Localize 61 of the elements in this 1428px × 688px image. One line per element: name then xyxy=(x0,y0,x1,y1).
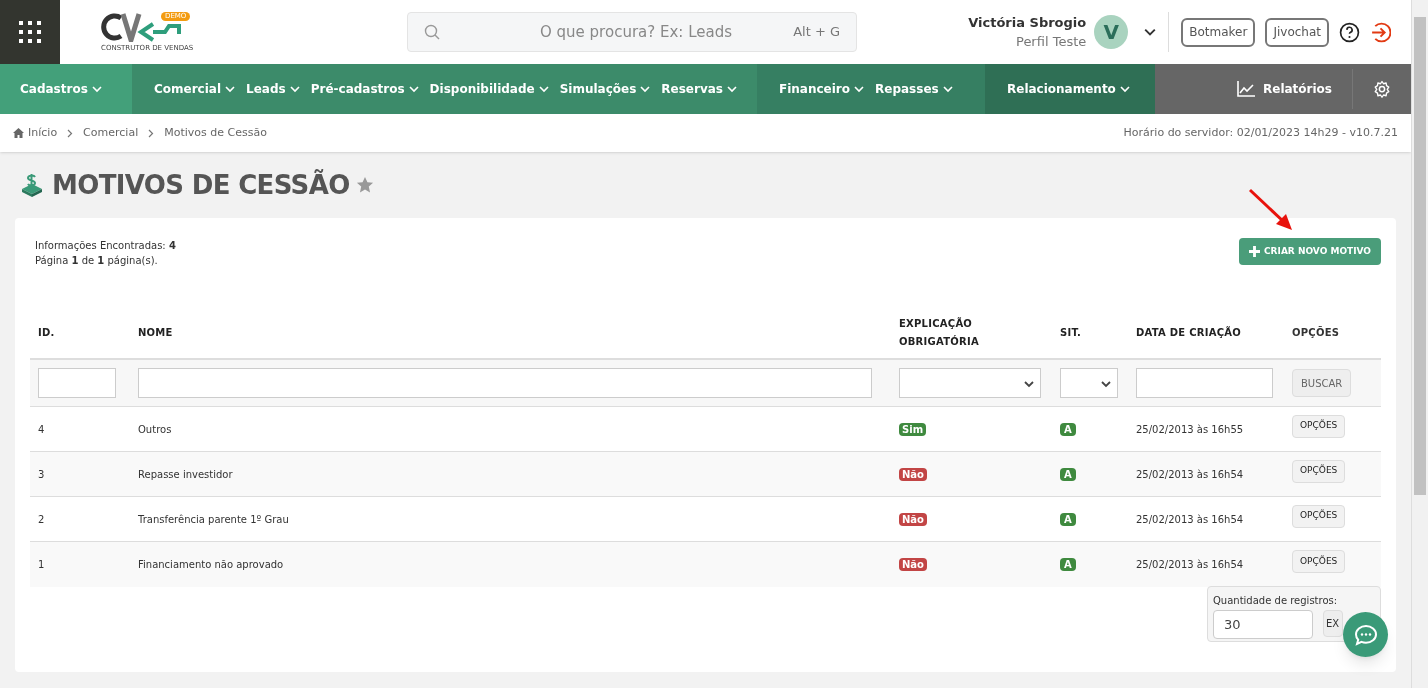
records-label: Quantidade de registros: xyxy=(1213,594,1339,608)
nav-menu-item[interactable]: Leads xyxy=(246,80,300,98)
column-header: DATA DE CRIAÇÃO xyxy=(1135,325,1242,340)
table-cell: Financiamento não aprovado xyxy=(138,559,284,570)
nav-menu-item[interactable]: Repasses xyxy=(875,80,953,98)
column-header: OPÇÕES xyxy=(1291,325,1341,340)
column-header: EXPLICAÇÃO OBRIGATÓRIA xyxy=(898,316,980,349)
column-header: ID. xyxy=(37,326,56,340)
options-button[interactable]: OPÇÕES xyxy=(1292,504,1346,528)
header-button[interactable]: Jivochat xyxy=(1265,17,1329,47)
search-field[interactable]: O que procura? Ex: Leads Alt + G xyxy=(407,12,857,52)
status-badge: Não xyxy=(899,558,927,571)
table-cell: Transferência parente 1º Grau xyxy=(138,513,289,525)
column-header: NOME xyxy=(137,326,174,340)
options-button[interactable]: OPÇÕES xyxy=(1292,550,1346,573)
table-cell: Repasse investidor xyxy=(138,468,233,480)
server-time: Horário do servidor: 02/01/2023 14h29 - v10.7.21 xyxy=(1123,124,1398,141)
table-cell: 25/02/2013 às 16h54 xyxy=(1136,513,1244,525)
nav-menu-item[interactable]: Cadastros xyxy=(20,80,102,98)
nav-menu-item[interactable]: Pré-cadastros xyxy=(310,80,419,98)
nav-menu-item[interactable]: Relacionamento xyxy=(1007,80,1130,98)
table-cell: 25/02/2013 às 16h54 xyxy=(1136,559,1244,570)
page-title: MOTIVOS DE CESSÃO xyxy=(52,168,350,202)
options-button[interactable]: OPÇÕES xyxy=(1292,459,1346,483)
user-profile: Perfil Teste xyxy=(1015,33,1087,51)
breadcrumb-link[interactable]: Motivos de Cessão xyxy=(164,124,267,142)
user-avatar[interactable]: V xyxy=(1094,15,1129,49)
nav-menu-item[interactable]: Simulações xyxy=(559,80,651,98)
status-badge: Sim xyxy=(899,422,927,436)
nav-menu-item[interactable]: Disponibilidade xyxy=(429,80,549,98)
table-cell: 25/02/2013 às 16h55 xyxy=(1136,423,1244,435)
table-cell: 3 xyxy=(38,468,45,480)
status-badge: A xyxy=(1060,422,1076,436)
status-badge: Não xyxy=(899,512,927,526)
nav-menu-item[interactable]: Reservas xyxy=(661,80,737,98)
reports-button[interactable]: Relatórios xyxy=(1217,64,1352,114)
column-header: SIT. xyxy=(1059,326,1083,340)
status-badge: A xyxy=(1060,512,1076,526)
status-badge: Não xyxy=(899,467,927,481)
status-badge: A xyxy=(1060,558,1076,571)
options-button[interactable]: OPÇÕES xyxy=(1292,414,1346,438)
breadcrumb-link[interactable]: Início xyxy=(13,124,58,142)
header-button[interactable]: Botmaker xyxy=(1181,17,1256,47)
search-input[interactable]: O que procura? Ex: Leads xyxy=(540,20,740,44)
table-cell: 2 xyxy=(38,513,45,525)
table-cell: 4 xyxy=(38,423,45,435)
records-field[interactable]: 30 xyxy=(1213,610,1313,639)
table-cell: 25/02/2013 às 16h54 xyxy=(1136,468,1244,480)
user-name: Victória Sbrogio xyxy=(968,13,1087,32)
show-button[interactable]: EX xyxy=(1323,610,1343,637)
results-summary: Informações Encontradas: 4 xyxy=(35,239,176,253)
table-cell: 1 xyxy=(38,559,45,570)
nav-menu-item[interactable]: Comercial xyxy=(154,80,236,98)
breadcrumb-link[interactable]: Comercial xyxy=(83,124,139,142)
results-summary: Página 1 de 1 página(s). xyxy=(35,254,159,268)
shortcut-hint: Alt + G xyxy=(793,23,840,42)
table-cell: Outros xyxy=(138,423,172,435)
nav-menu-item[interactable]: Financeiro xyxy=(779,80,865,98)
create-button[interactable]: CRIAR NOVO MOTIVO xyxy=(1239,238,1381,265)
status-badge: A xyxy=(1060,467,1076,481)
search-button[interactable]: BUSCAR xyxy=(1292,369,1352,397)
